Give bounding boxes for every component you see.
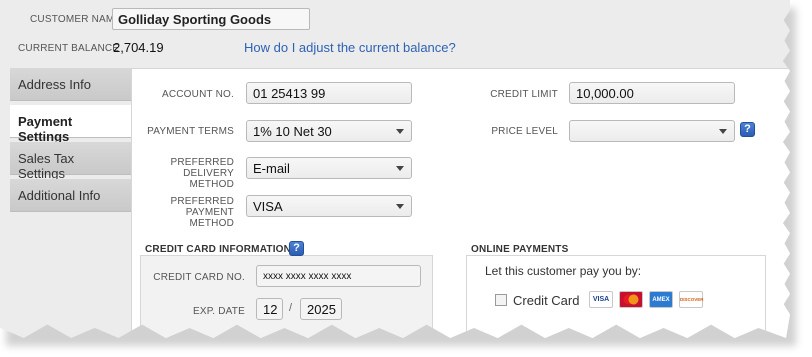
card-logo-text: DISCOVER <box>680 297 704 302</box>
payment-terms-label: PAYMENT TERMS <box>147 126 234 137</box>
exp-year-field[interactable]: 2025 <box>300 298 342 320</box>
online-payments-title: ONLINE PAYMENTS <box>471 244 569 255</box>
exp-date-label: EXP. DATE <box>192 306 245 317</box>
card-logo-text: VISA <box>592 296 610 303</box>
payment-method-dropdown[interactable]: VISA <box>246 195 412 217</box>
account-no-field[interactable]: 01 25413 99 <box>246 82 412 104</box>
price-level-dropdown[interactable] <box>569 120 735 142</box>
current-balance-value: 2,704.19 <box>113 40 164 55</box>
current-balance-label: CURRENT BALANCE <box>18 43 120 54</box>
tab-label: Payment Settings <box>18 114 73 144</box>
exp-month-field[interactable]: 12 <box>256 298 283 320</box>
tab-payment-settings[interactable]: Payment Settings <box>10 105 134 144</box>
adjust-balance-link[interactable]: How do I adjust the current balance? <box>244 40 456 55</box>
price-level-label: PRICE LEVEL <box>491 126 558 137</box>
credit-card-help-icon[interactable]: ? <box>289 241 304 256</box>
tab-label: Additional Info <box>18 188 101 203</box>
credit-card-checkbox[interactable] <box>495 294 507 306</box>
amex-card-icon: AMEX <box>649 291 673 308</box>
chevron-down-icon <box>719 129 727 134</box>
payment-method-label: PREFERRED PAYMENT METHOD <box>142 196 234 229</box>
mastercard-icon <box>619 291 643 308</box>
label-line: PREFERRED <box>170 196 234 207</box>
credit-card-section-title: CREDIT CARD INFORMATION <box>145 244 292 255</box>
chevron-down-icon <box>396 129 404 134</box>
credit-card-option-label: Credit Card <box>513 293 580 308</box>
credit-card-no-field[interactable]: xxxx xxxx xxxx xxxx <box>256 265 421 287</box>
payment-settings-content: ACCOUNT NO. 01 25413 99 PAYMENT TERMS 1%… <box>131 68 790 338</box>
delivery-method-dropdown[interactable]: E-mail <box>246 157 412 179</box>
screenshot-stage: CUSTOMER NAME Golliday Sporting Goods CU… <box>0 0 812 357</box>
chevron-down-icon <box>396 204 404 209</box>
customer-name-label: CUSTOMER NAME <box>30 14 122 25</box>
tab-address-info[interactable]: Address Info <box>10 68 131 101</box>
price-level-help-icon[interactable]: ? <box>740 122 755 137</box>
label-line: DELIVERY METHOD <box>183 168 234 190</box>
label-line: PREFERRED <box>170 157 234 168</box>
credit-limit-field[interactable]: 10,000.00 <box>569 82 735 104</box>
payment-terms-dropdown[interactable]: 1% 10 Net 30 <box>246 120 412 142</box>
online-payments-subtitle: Let this customer pay you by: <box>485 264 642 278</box>
label-line: PAYMENT METHOD <box>185 207 234 229</box>
tab-sales-tax-settings[interactable]: Sales Tax Settings <box>10 142 131 181</box>
tab-label: Address Info <box>18 77 91 92</box>
payment-method-value: VISA <box>253 199 283 214</box>
credit-card-no-label: CREDIT CARD NO. <box>153 272 245 283</box>
card-logo-text: AMEX <box>652 297 670 303</box>
delivery-method-value: E-mail <box>253 161 290 176</box>
discover-card-icon: DISCOVER <box>679 291 704 308</box>
customer-name-field[interactable]: Golliday Sporting Goods <box>112 8 310 30</box>
chevron-down-icon <box>396 166 404 171</box>
customer-edit-panel: CUSTOMER NAME Golliday Sporting Goods CU… <box>0 0 790 338</box>
account-no-label: ACCOUNT NO. <box>161 89 234 100</box>
delivery-method-label: PREFERRED DELIVERY METHOD <box>142 157 234 190</box>
tab-additional-info[interactable]: Additional Info <box>10 179 131 212</box>
mastercard-circles-icon <box>623 294 639 305</box>
exp-date-separator: / <box>289 302 293 314</box>
payment-terms-value: 1% 10 Net 30 <box>253 124 332 139</box>
visa-card-icon: VISA <box>589 291 613 308</box>
credit-limit-label: CREDIT LIMIT <box>490 89 558 100</box>
tab-label: Sales Tax Settings <box>18 151 75 181</box>
